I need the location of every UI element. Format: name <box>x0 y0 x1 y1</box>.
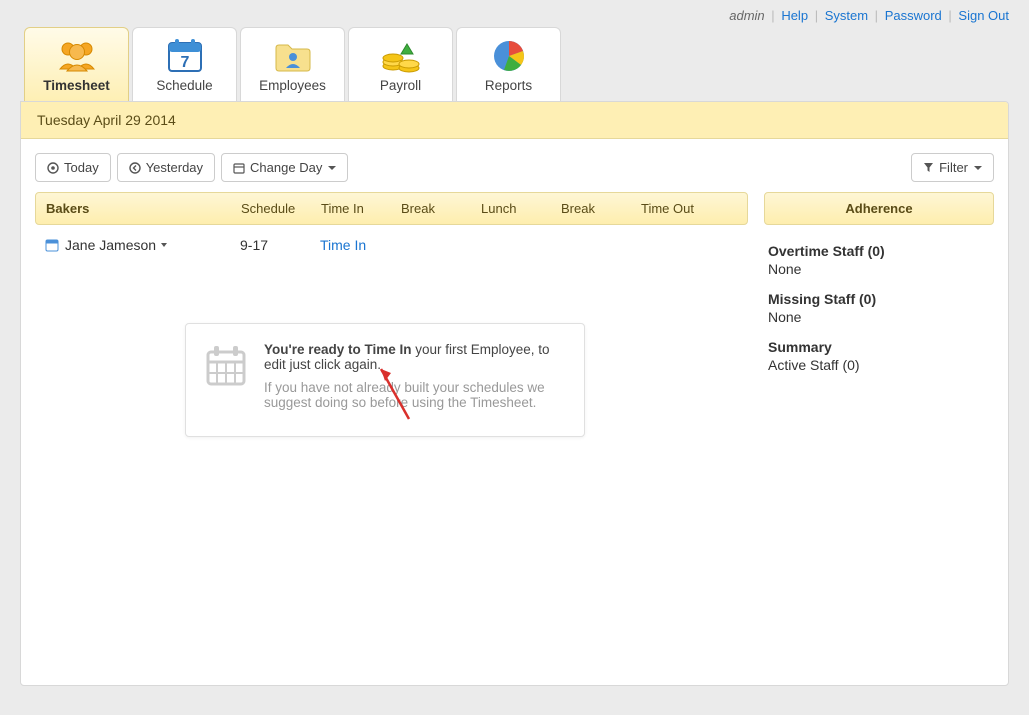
col-header-schedule: Schedule <box>241 201 321 216</box>
tab-reports[interactable]: Reports <box>456 27 561 101</box>
calendar-mini-icon <box>45 238 59 252</box>
timesheet-header-row: Bakers Schedule Time In Break Lunch Brea… <box>35 192 748 225</box>
tab-label: Payroll <box>380 78 421 93</box>
table-row: Jane Jameson 9-17 Time In <box>35 225 748 261</box>
toolbar: Today Yesterday Change Day Filter <box>21 139 1008 192</box>
password-link[interactable]: Password <box>885 8 942 23</box>
chevron-down-icon <box>974 166 982 170</box>
adherence-body: Overtime Staff (0) None Missing Staff (0… <box>764 225 994 387</box>
tab-label: Timesheet <box>43 78 110 93</box>
calendar-icon: 7 <box>133 28 236 78</box>
today-button[interactable]: Today <box>35 153 111 182</box>
main-panel: Tuesday April 29 2014 Today Yesterday Ch… <box>20 101 1009 686</box>
coins-icon <box>349 28 452 78</box>
change-day-button[interactable]: Change Day <box>221 153 348 182</box>
top-utility-bar: admin | Help | System | Password | Sign … <box>0 0 1029 27</box>
col-header-break1: Break <box>401 201 481 216</box>
hint-line-2: If you have not already built your sched… <box>264 380 566 410</box>
main-tabs: Timesheet 7 Schedule <box>0 27 1029 101</box>
missing-staff-label: Missing Staff (0) <box>768 291 990 307</box>
col-header-timein: Time In <box>321 201 401 216</box>
tab-label: Reports <box>485 78 532 93</box>
chevron-down-icon <box>328 166 336 170</box>
tab-label: Schedule <box>156 78 212 93</box>
people-icon <box>25 28 128 78</box>
pie-chart-icon <box>457 28 560 78</box>
help-link[interactable]: Help <box>781 8 808 23</box>
summary-label: Summary <box>768 339 990 355</box>
yesterday-button[interactable]: Yesterday <box>117 153 215 182</box>
tab-schedule[interactable]: 7 Schedule <box>132 27 237 101</box>
filter-button[interactable]: Filter <box>911 153 994 182</box>
time-in-link[interactable]: Time In <box>320 237 366 253</box>
date-bar: Tuesday April 29 2014 <box>21 102 1008 139</box>
overtime-staff-label: Overtime Staff (0) <box>768 243 990 259</box>
current-user: admin <box>729 8 764 23</box>
missing-staff-value: None <box>768 309 990 325</box>
col-header-bakers: Bakers <box>46 201 241 216</box>
onboarding-hint: You're ready to Time In your first Emplo… <box>185 323 585 437</box>
back-icon <box>129 162 141 174</box>
tab-employees[interactable]: Employees <box>240 27 345 101</box>
adherence-header: Adherence <box>764 192 994 225</box>
calendar-small-icon <box>233 162 245 174</box>
col-header-break2: Break <box>561 201 641 216</box>
cell-schedule: 9-17 <box>240 237 320 253</box>
svg-text:7: 7 <box>180 54 189 71</box>
tab-payroll[interactable]: Payroll <box>348 27 453 101</box>
target-icon <box>47 162 59 174</box>
calendar-large-icon <box>204 344 248 391</box>
system-link[interactable]: System <box>825 8 868 23</box>
employee-name[interactable]: Jane Jameson <box>65 237 156 253</box>
tab-timesheet[interactable]: Timesheet <box>24 27 129 101</box>
col-header-lunch: Lunch <box>481 201 561 216</box>
signout-link[interactable]: Sign Out <box>958 8 1009 23</box>
tab-label: Employees <box>259 78 326 93</box>
filter-icon <box>923 162 934 173</box>
hint-line-1: You're ready to Time In your first Emplo… <box>264 342 566 372</box>
chevron-down-icon <box>161 243 167 247</box>
col-header-timeout: Time Out <box>641 201 721 216</box>
summary-value: Active Staff (0) <box>768 357 990 373</box>
overtime-staff-value: None <box>768 261 990 277</box>
folder-person-icon <box>241 28 344 78</box>
